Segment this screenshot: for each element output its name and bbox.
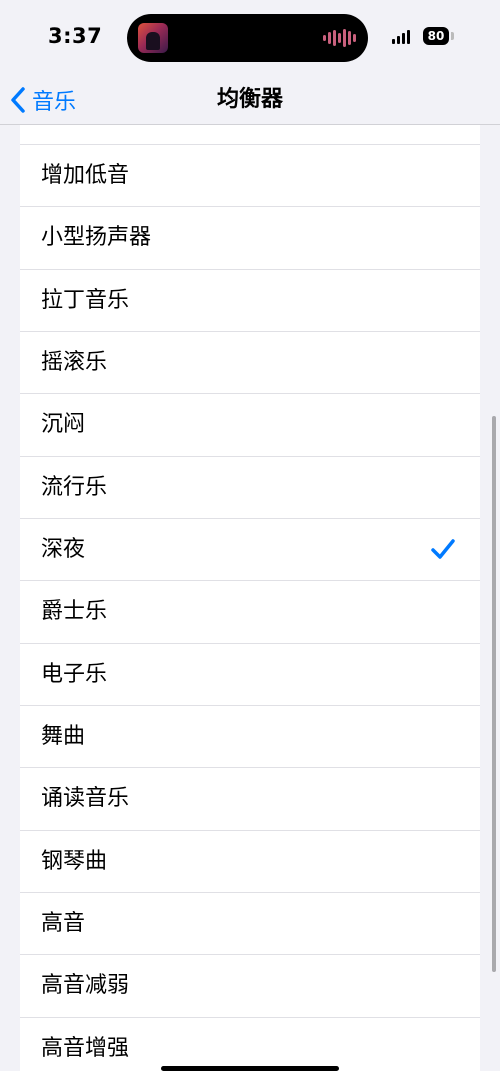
album-art-icon[interactable] [138, 23, 168, 53]
list-item-treble[interactable]: 高音 [20, 892, 480, 955]
battery-icon: 80 [423, 27, 449, 45]
list-item-piano[interactable]: 钢琴曲 [20, 830, 480, 893]
list-item-electronic[interactable]: 电子乐 [20, 643, 480, 706]
list-item-label: 电子乐 [41, 662, 108, 687]
list-item-label: 增加低音 [41, 163, 130, 188]
list-item-label: 流行乐 [41, 475, 108, 500]
list-item-dance[interactable]: 舞曲 [20, 705, 480, 768]
list-item-lounge[interactable]: 沉闷 [20, 393, 480, 456]
list-item-treble-booster[interactable]: 高音增强 [20, 1017, 480, 1071]
navigation-bar: 音乐 均衡器 [0, 76, 500, 125]
list-item-spoken-word[interactable]: 诵读音乐 [20, 767, 480, 830]
list-item-latin[interactable]: 拉丁音乐 [20, 269, 480, 332]
cellular-signal-icon [392, 30, 410, 44]
list-item-label: 舞曲 [41, 724, 86, 749]
status-bar: 3:37 80 [0, 0, 500, 76]
status-time: 3:37 [48, 24, 103, 48]
equalizer-list: 增加低音 小型扬声器 拉丁音乐 摇滚乐 沉闷 流行乐 深夜 爵士乐 电子乐 舞曲… [20, 125, 480, 1071]
list-item-jazz[interactable]: 爵士乐 [20, 580, 480, 643]
battery-tip [451, 32, 454, 40]
list-item-label: 高音 [41, 911, 86, 936]
list-item-label: 深夜 [41, 537, 86, 562]
home-indicator[interactable] [161, 1066, 339, 1071]
list-item-label: 沉闷 [41, 412, 86, 437]
list-item-label: 爵士乐 [41, 599, 108, 624]
list-item-label: 小型扬声器 [41, 225, 152, 250]
dynamic-island[interactable] [127, 14, 368, 62]
list-item-label: 摇滚乐 [41, 350, 108, 375]
page-title: 均衡器 [216, 87, 283, 112]
list-item-bass-booster[interactable]: 增加低音 [20, 144, 480, 207]
list-item-label: 诵读音乐 [41, 786, 130, 811]
list-item-label: 拉丁音乐 [41, 288, 130, 313]
list-item-treble-reducer[interactable]: 高音减弱 [20, 954, 480, 1017]
list-item-label: 高音减弱 [41, 973, 130, 998]
list-item-rock[interactable]: 摇滚乐 [20, 331, 480, 394]
scrollbar[interactable] [492, 416, 496, 972]
list-item-label: 钢琴曲 [41, 849, 108, 874]
audio-waveform-icon [323, 29, 356, 47]
list-item-late-night[interactable]: 深夜 [20, 518, 480, 581]
list-item-pop[interactable]: 流行乐 [20, 456, 480, 519]
checkmark-icon [431, 539, 455, 559]
list-item-label: 高音增强 [41, 1036, 130, 1061]
list-item-small-speakers[interactable]: 小型扬声器 [20, 206, 480, 269]
